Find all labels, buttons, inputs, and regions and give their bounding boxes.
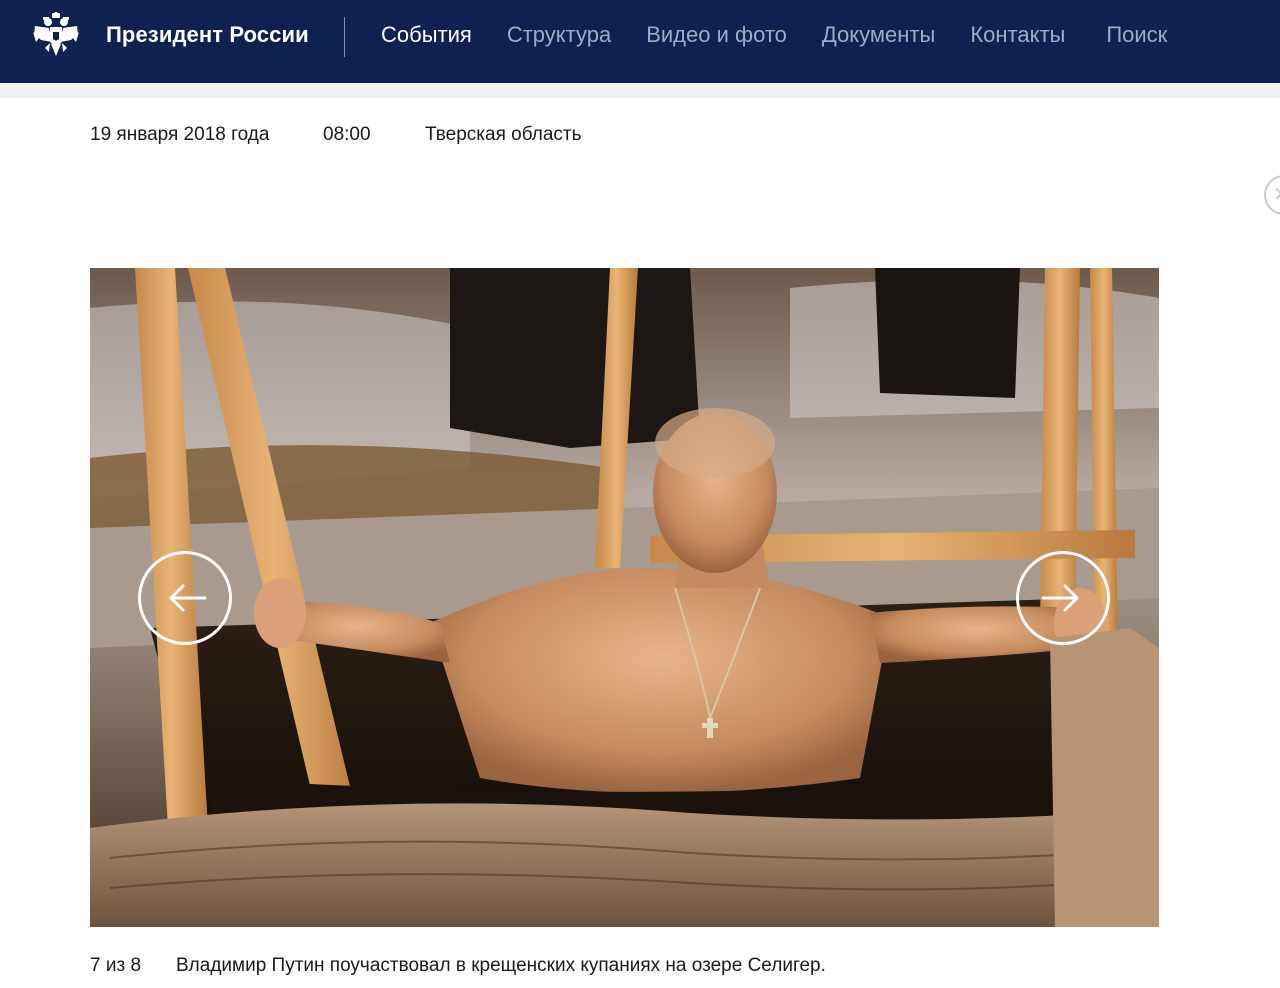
next-photo-button[interactable] (1016, 551, 1110, 645)
nav-item-events[interactable]: События (381, 22, 472, 48)
top-navigation-bar: Президент России События Структура Видео… (0, 0, 1280, 83)
site-title[interactable]: Президент России (106, 22, 309, 48)
photo-caption: Владимир Путин поучаствовал в крещенских… (176, 955, 826, 976)
close-icon: ✕ (1273, 183, 1280, 207)
nav-item-video-photo[interactable]: Видео и фото (646, 22, 787, 48)
arrow-left-icon (169, 584, 207, 612)
header-divider (344, 17, 345, 57)
eagle-emblem-icon[interactable] (31, 12, 81, 60)
photo-counter: 7 из 8 (90, 955, 142, 976)
article-time: 08:00 (323, 124, 371, 145)
article-place[interactable]: Тверская область (425, 124, 582, 146)
gallery-photo (90, 268, 1159, 927)
photo-scene (90, 268, 1159, 927)
article-date: 19 января 2018 года (90, 124, 270, 145)
nav-item-documents[interactable]: Документы (822, 22, 935, 48)
nav-item-contacts[interactable]: Контакты (970, 22, 1065, 48)
arrow-right-icon (1041, 584, 1079, 612)
nav-item-search[interactable]: Поиск (1106, 22, 1167, 48)
nav-item-structure[interactable]: Структура (507, 22, 611, 48)
header-subband (0, 83, 1280, 98)
previous-photo-button[interactable] (138, 551, 232, 645)
main-nav: События Структура Видео и фото Документы… (381, 22, 1202, 48)
close-gallery-button[interactable]: ✕ (1264, 175, 1280, 215)
